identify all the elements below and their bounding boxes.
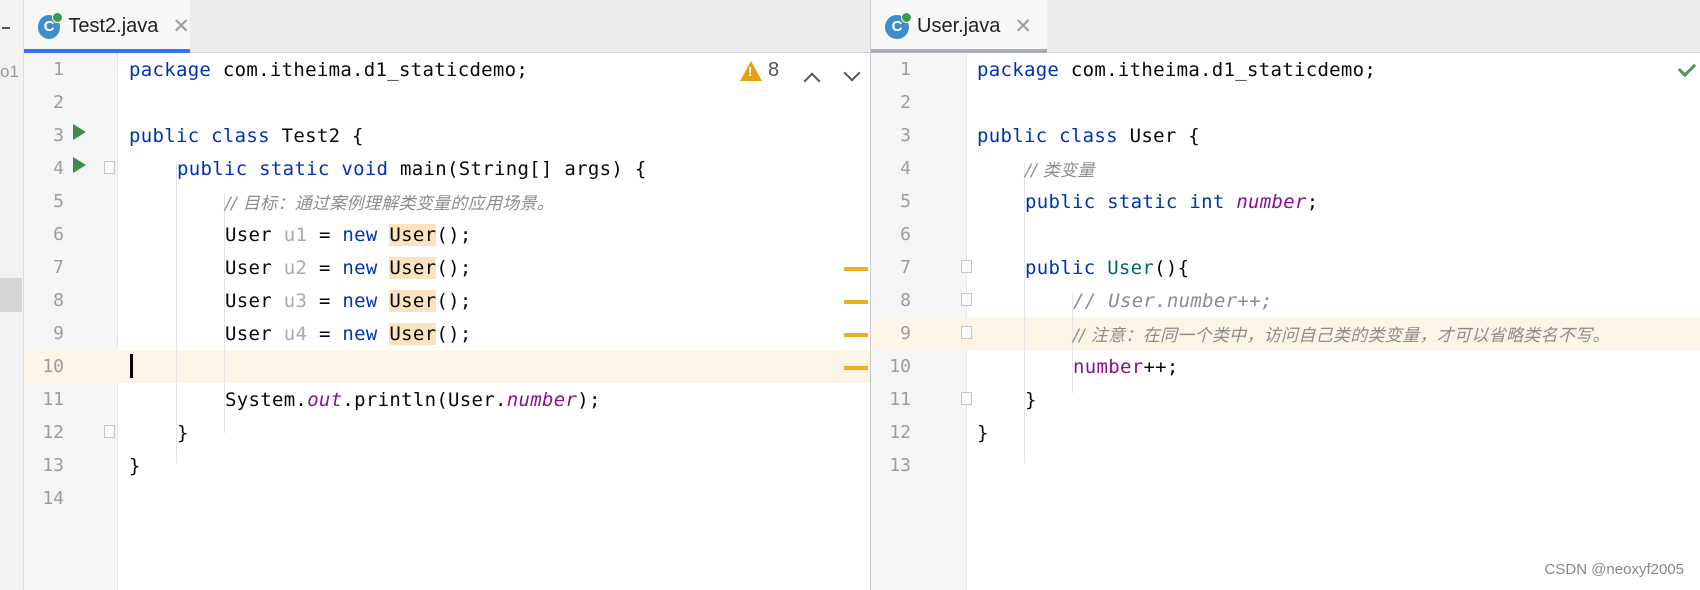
project-tree-selection — [0, 278, 22, 312]
code-editor-left[interactable]: 1 2 3 4 5 6 7 8 9 10 11 12 13 14 package… — [24, 53, 870, 590]
code-line-6: User u1 = new User(); — [225, 223, 472, 246]
code-line-3: public class User { — [977, 124, 1201, 147]
code-line-8-comment: // User.number++; — [1073, 289, 1273, 312]
warning-stripe-marker[interactable] — [844, 267, 868, 271]
code-line-13: } — [129, 454, 141, 477]
code-line-12: } — [977, 421, 989, 444]
code-line-8: User u3 = new User(); — [225, 289, 472, 312]
project-tree-fragment: o1 — [0, 62, 19, 81]
line-number: 10 — [42, 356, 64, 377]
warning-stripe-marker[interactable] — [844, 333, 868, 337]
code-line-7: User u2 = new User(); — [225, 256, 472, 279]
line-number: 13 — [889, 455, 911, 476]
minimize-icon[interactable] — [2, 27, 10, 29]
java-class-icon: C — [38, 11, 64, 39]
code-line-9: User u4 = new User(); — [225, 322, 472, 345]
warning-count: 8 — [768, 59, 780, 81]
code-line-11: System.out.println(User.number); — [225, 388, 601, 411]
line-number: 6 — [900, 224, 911, 245]
code-line-7: public User(){ — [1025, 256, 1190, 279]
code-line-1: package com.itheima.d1_staticdemo; — [977, 58, 1377, 81]
editor-pane-user: C User.java ✕ 1 2 3 4 5 6 7 8 9 10 11 12… — [871, 0, 1700, 590]
code-line-11: } — [1025, 388, 1037, 411]
close-icon[interactable]: ✕ — [1014, 14, 1032, 39]
tab-test2-java[interactable]: C Test2.java ✕ — [24, 0, 190, 53]
tab-bar-left: C Test2.java ✕ — [24, 0, 870, 53]
line-number: 2 — [900, 92, 911, 113]
code-line-12: } — [177, 421, 189, 444]
inspection-widget[interactable]: 8 — [740, 59, 779, 82]
warning-stripe-marker[interactable] — [844, 300, 868, 304]
code-line-1: package com.itheima.d1_staticdemo; — [129, 58, 529, 81]
line-number: 14 — [42, 488, 64, 509]
code-line-3: public class Test2 { — [129, 124, 364, 147]
line-number: 2 — [53, 92, 64, 113]
tab-label: Test2.java — [68, 15, 159, 37]
editor-pane-test2: C Test2.java ✕ 1 2 3 4 5 6 7 8 9 10 11 1… — [24, 0, 870, 590]
code-line-5-comment: // 目标：通过案例理解类变量的应用场景。 — [225, 194, 555, 214]
code-line-4-comment: // 类变量 — [1025, 161, 1095, 181]
watermark: CSDN @neoxyf2005 — [1544, 561, 1684, 578]
project-tool-strip: o1 — [0, 0, 24, 590]
code-line-9-comment: // 注意：在同一个类中，访问自己类的类变量，才可以省略类名不写。 — [1073, 326, 1610, 346]
java-class-icon: C — [885, 11, 912, 39]
text-caret — [130, 354, 133, 378]
close-icon[interactable]: ✕ — [172, 14, 190, 39]
warning-stripe-marker[interactable] — [844, 366, 868, 370]
code-line-4: public static void main(String[] args) { — [177, 157, 647, 180]
code-line-5: public static int number; — [1025, 190, 1319, 213]
tab-label: User.java — [917, 15, 1001, 37]
tab-user-java[interactable]: C User.java ✕ — [871, 0, 1047, 53]
code-editor-right[interactable]: 1 2 3 4 5 6 7 8 9 10 11 12 13 package co… — [871, 53, 1700, 590]
warning-icon — [740, 60, 762, 81]
code-line-10: number++; — [1073, 355, 1179, 378]
tab-bar-right: C User.java ✕ — [871, 0, 1700, 53]
